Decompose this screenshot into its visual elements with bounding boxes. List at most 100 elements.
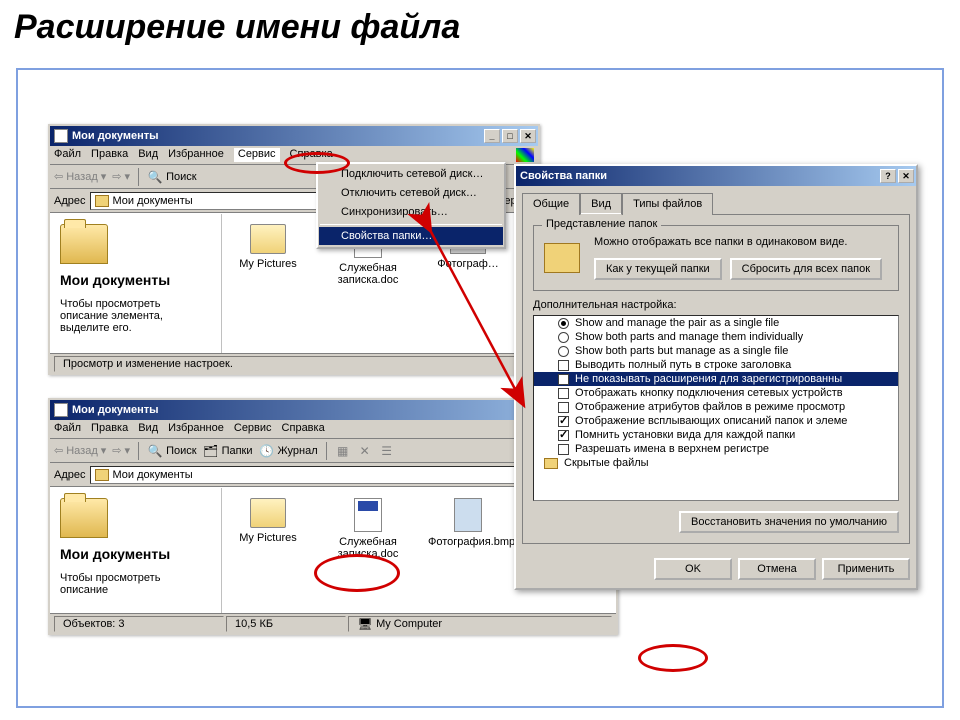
statusbar-2: Объектов: 3 10,5 КБ 🖥 My Computer	[50, 613, 616, 633]
dialog-titlebar[interactable]: Свойства папки ? ✕	[516, 166, 916, 186]
tab-strip: Общие Вид Типы файлов	[516, 186, 916, 214]
folder-icon	[95, 195, 109, 207]
apply-to-all-button[interactable]: Как у текущей папки	[594, 258, 722, 280]
history-icon: 🕓	[259, 443, 275, 459]
radio-icon	[558, 332, 569, 343]
radio-icon	[558, 318, 569, 329]
forward-button[interactable]: ⇨ ▾	[112, 170, 130, 183]
cancel-button[interactable]: Отмена	[738, 558, 816, 580]
file-item[interactable]: Фотография.bmp	[428, 498, 508, 548]
tree-check-item[interactable]: Отображение всплывающих описаний папок и…	[534, 414, 898, 428]
slide-frame: Мои документы _ □ ✕ Файл Правка Вид Избр…	[16, 68, 944, 708]
groupbox-title: Представление папок	[542, 218, 661, 230]
menu-item-connect-drive[interactable]: Подключить сетевой диск…	[319, 165, 503, 184]
checkbox-icon	[558, 416, 569, 427]
side-panel-1: Мои документы Чтобы просмотреть описание…	[50, 214, 222, 353]
menu-file[interactable]: Файл	[54, 148, 81, 162]
toolbar-icon[interactable]: ▦	[335, 443, 351, 459]
help-button[interactable]: ?	[880, 169, 896, 183]
dialog-button-row: OK Отмена Применить	[516, 550, 916, 588]
file-item[interactable]: My Pictures	[228, 224, 308, 270]
status-location: 🖥 My Computer	[348, 616, 612, 632]
tab-filetypes[interactable]: Типы файлов	[622, 193, 713, 215]
reset-all-button[interactable]: Сбросить для всех папок	[730, 258, 882, 280]
menu-item-synchronize[interactable]: Синхронизировать…	[319, 203, 503, 222]
bitmap-icon	[454, 498, 482, 532]
menu-edit[interactable]: Правка	[91, 148, 128, 162]
search-icon: 🔍	[147, 169, 163, 185]
menu-favorites[interactable]: Избранное	[168, 148, 224, 162]
close-button[interactable]: ✕	[520, 129, 536, 143]
history-button[interactable]: 🕓Журнал	[259, 443, 318, 459]
folder-icon	[54, 129, 68, 143]
toolbar-icon[interactable]: ✕	[357, 443, 373, 459]
advanced-settings-tree[interactable]: Show and manage the pair as a single fil…	[533, 315, 899, 501]
search-icon: 🔍	[147, 443, 163, 459]
ok-button[interactable]: OK	[654, 558, 732, 580]
restore-defaults-button[interactable]: Восстановить значения по умолчанию	[679, 511, 899, 533]
menu-service[interactable]: Сервис	[234, 148, 280, 162]
tree-radio-item[interactable]: Show both parts and manage them individu…	[534, 330, 898, 344]
tab-view[interactable]: Вид	[580, 193, 622, 215]
status-text: Просмотр и изменение настроек.	[54, 356, 534, 372]
status-size: 10,5 КБ	[226, 616, 346, 632]
folders-button[interactable]: 🗂Папки	[203, 443, 253, 459]
search-button[interactable]: 🔍Поиск	[147, 169, 196, 185]
back-button[interactable]: ⇦ Назад ▾	[54, 444, 106, 457]
titlebar-1[interactable]: Мои документы _ □ ✕	[50, 126, 538, 146]
tree-check-item[interactable]: Выводить полный путь в строке заголовка	[534, 358, 898, 372]
panel-title: Мои документы	[60, 546, 211, 562]
file-item[interactable]: My Pictures	[228, 498, 308, 544]
panel-title: Мои документы	[60, 272, 211, 288]
checkbox-icon	[558, 402, 569, 413]
minimize-button[interactable]: _	[484, 129, 500, 143]
status-objects: Объектов: 3	[54, 616, 224, 632]
file-item[interactable]: Служебная записка.doc	[328, 498, 408, 560]
menu-help[interactable]: Справка	[282, 422, 325, 436]
menu-view[interactable]: Вид	[138, 148, 158, 162]
apply-button[interactable]: Применить	[822, 558, 910, 580]
groupbox-text: Можно отображать все папки в одинаковом …	[594, 236, 888, 248]
service-dropdown: Подключить сетевой диск… Отключить сетев…	[316, 162, 506, 249]
back-button[interactable]: ⇦ Назад ▾	[54, 170, 106, 183]
maximize-button[interactable]: □	[502, 129, 518, 143]
folder-icon	[544, 458, 558, 469]
folder-icon	[54, 403, 68, 417]
close-button[interactable]: ✕	[898, 169, 914, 183]
document-icon	[354, 498, 382, 532]
window-title: Мои документы	[72, 130, 159, 142]
forward-button[interactable]: ⇨ ▾	[112, 444, 130, 457]
menu-help[interactable]: Справка	[290, 148, 333, 162]
menu-favorites[interactable]: Избранное	[168, 422, 224, 436]
tree-radio-item[interactable]: Show and manage the pair as a single fil…	[534, 316, 898, 330]
menu-edit[interactable]: Правка	[91, 422, 128, 436]
menu-service[interactable]: Сервис	[234, 422, 272, 436]
statusbar-1: Просмотр и изменение настроек.	[50, 353, 538, 373]
highlight-ok-button	[638, 644, 708, 672]
menu-view[interactable]: Вид	[138, 422, 158, 436]
tab-general[interactable]: Общие	[522, 193, 580, 215]
folder-icon	[95, 469, 109, 481]
search-button[interactable]: 🔍Поиск	[147, 443, 196, 459]
tree-radio-item[interactable]: Show both parts but manage as a single f…	[534, 344, 898, 358]
menu-file[interactable]: Файл	[54, 422, 81, 436]
tree-check-item[interactable]: Разрешать имена в верхнем регистре	[534, 442, 898, 456]
tree-check-item[interactable]: Отображать кнопку подключения сетевых ус…	[534, 386, 898, 400]
tree-check-item[interactable]: Не показывать расширения для зарегистрир…	[534, 372, 898, 386]
menu-item-disconnect-drive[interactable]: Отключить сетевой диск…	[319, 184, 503, 203]
address-input[interactable]: Мои документы	[90, 466, 544, 484]
advanced-label: Дополнительная настройка:	[533, 299, 899, 311]
checkbox-icon	[558, 430, 569, 441]
toolbar-icon[interactable]: ☰	[379, 443, 395, 459]
folder-icon	[250, 224, 286, 254]
tree-check-item[interactable]: Отображение атрибутов файлов в режиме пр…	[534, 400, 898, 414]
computer-icon: 🖥	[357, 616, 373, 632]
tree-check-item[interactable]: Помнить установки вида для каждой папки	[534, 428, 898, 442]
tree-folder-node[interactable]: Скрытые файлы	[534, 456, 898, 470]
address-label: Адрес	[54, 469, 86, 481]
window-title: Мои документы	[72, 404, 159, 416]
folder-icon	[544, 243, 580, 273]
menu-item-folder-options[interactable]: Свойства папки…	[319, 227, 503, 246]
folder-large-icon	[60, 224, 108, 264]
address-label: Адрес	[54, 195, 86, 207]
